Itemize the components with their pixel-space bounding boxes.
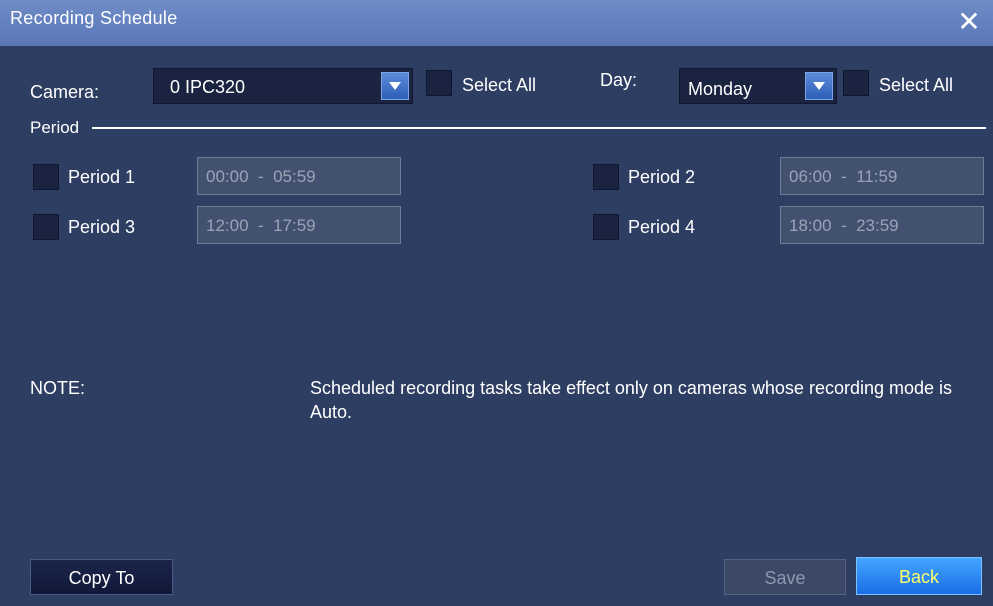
- note-text: Scheduled recording tasks take effect on…: [310, 378, 953, 422]
- period-2-time-range[interactable]: 06:00 - 11:59: [780, 157, 984, 195]
- period-4-time-range[interactable]: 18:00 - 23:59: [780, 206, 984, 244]
- period-2-label: Period 2: [628, 167, 696, 187]
- period-4-time-text: 18:00 - 23:59: [789, 216, 899, 235]
- period-3-checkbox[interactable]: [33, 214, 59, 240]
- period-1-label: Period 1: [68, 167, 136, 187]
- close-icon[interactable]: ✕: [953, 3, 985, 41]
- camera-select-value: 0 IPC320: [170, 77, 246, 97]
- save-button[interactable]: Save: [724, 559, 846, 595]
- period-3-label: Period 3: [68, 217, 136, 237]
- period-1-time-text: 00:00 - 05:59: [206, 167, 316, 186]
- section-divider: [92, 127, 986, 129]
- chevron-down-icon[interactable]: [381, 72, 409, 100]
- period-3-time-text: 12:00 - 17:59: [206, 216, 316, 235]
- day-select-value: Monday: [688, 79, 753, 99]
- camera-select-all-label: Select All: [462, 75, 537, 95]
- camera-label: Camera:: [30, 82, 100, 102]
- period-2-time-text: 06:00 - 11:59: [789, 167, 898, 186]
- period-4-checkbox[interactable]: [593, 214, 619, 240]
- camera-select[interactable]: 0 IPC320: [153, 68, 413, 104]
- camera-select-all-checkbox[interactable]: [426, 70, 452, 96]
- back-button[interactable]: Back: [856, 557, 982, 595]
- title-bar: Recording Schedule ✕: [0, 0, 993, 46]
- window-title: Recording Schedule: [10, 8, 178, 28]
- period-3-time-range[interactable]: 12:00 - 17:59: [197, 206, 401, 244]
- day-select-all-checkbox[interactable]: [843, 70, 869, 96]
- copy-to-button[interactable]: Copy To: [30, 559, 173, 595]
- period-1-time-range[interactable]: 00:00 - 05:59: [197, 157, 401, 195]
- period-2-checkbox[interactable]: [593, 164, 619, 190]
- period-section-label: Period: [30, 118, 80, 137]
- day-select-all-label: Select All: [879, 75, 954, 95]
- note-label: NOTE:: [30, 378, 86, 398]
- recording-schedule-dialog: Recording Schedule ✕ Camera: 0 IPC320 Se…: [0, 0, 993, 606]
- chevron-down-icon[interactable]: [805, 72, 833, 100]
- day-select[interactable]: Monday: [679, 68, 837, 104]
- period-1-checkbox[interactable]: [33, 164, 59, 190]
- period-4-label: Period 4: [628, 217, 696, 237]
- day-label: Day:: [600, 70, 638, 90]
